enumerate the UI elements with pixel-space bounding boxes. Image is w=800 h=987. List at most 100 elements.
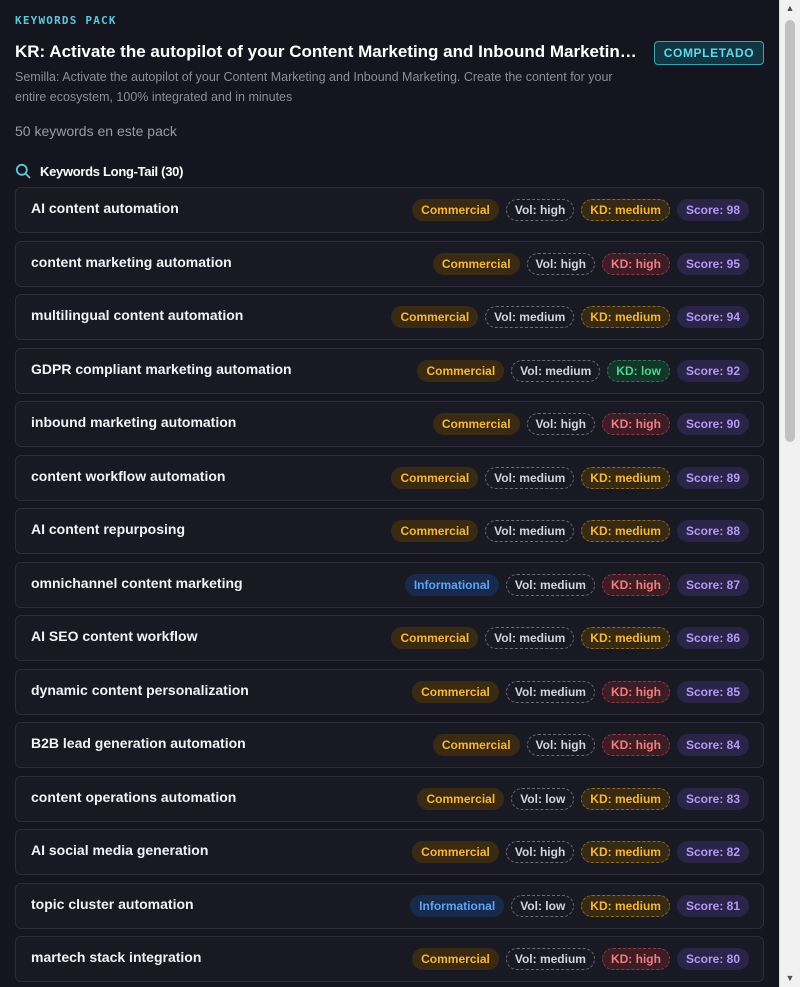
intent-badge: Commercial [391,627,479,649]
volume-badge: Vol: medium [485,627,575,649]
keyword-row[interactable]: B2B lead generation automation Commercial… [15,722,764,768]
keyword-row[interactable]: multilingual content automation Commercia… [15,294,764,340]
volume-badge: Vol: high [505,199,575,221]
section-header-long-tail[interactable]: Keywords Long-Tail (30) [15,162,183,180]
keyword-text: topic cluster automation [31,895,194,912]
keyword-tags: Commercial Vol: high KD: medium Score: 98 [412,199,749,221]
keyword-row[interactable]: martech stack integration Commercial Vol: … [15,936,764,982]
intent-badge: Commercial [432,252,520,275]
volume-badge: Vol: high [526,734,595,756]
keyword-tags: Commercial Vol: high KD: medium Score: 82 [412,841,749,863]
kd-badge: KD: medium [581,841,670,863]
score-badge: Score: 82 [676,841,749,863]
kd-badge: KD: high [601,680,670,703]
intent-badge: Commercial [432,734,520,756]
keyword-row[interactable]: content marketing automation Commercial Vo… [15,240,764,287]
volume-badge: Vol: medium [511,359,601,382]
keyword-row[interactable]: AI SEO content workflow Commercial Vol: me… [15,615,764,661]
intent-badge: Informational [404,573,499,596]
keyword-text: AI content automation [31,200,179,216]
intent-badge: Commercial [432,413,520,435]
score-badge: Score: 88 [676,520,749,542]
volume-badge: Vol: high [505,841,575,863]
intent-badge: Commercial [412,948,499,970]
volume-badge: Vol: low [511,894,575,917]
keyword-tags: Commercial Vol: low KD: medium Score: 83 [417,787,749,810]
keyword-count: 50 keywords en este pack [15,123,177,139]
keyword-text: B2B lead generation automation [31,735,246,751]
kd-badge: KD: high [601,948,670,970]
volume-badge: Vol: medium [485,306,575,328]
keyword-tags: Commercial Vol: medium KD: medium Score: 94 [391,306,749,328]
keyword-tags: Commercial Vol: medium KD: medium Score: 88 [391,520,749,542]
keyword-text: AI social media generation [31,842,209,858]
score-badge: Score: 90 [676,413,749,435]
keyword-row[interactable]: AI content repurposing Commercial Vol: med… [15,508,764,554]
scroll-thumb[interactable] [785,20,795,442]
scroll-down-icon[interactable]: ▼ [780,970,800,987]
volume-badge: Vol: medium [505,573,595,596]
kd-badge: KD: high [601,413,670,435]
intent-badge: Commercial [412,841,499,863]
score-badge: Score: 80 [676,948,749,970]
kd-badge: KD: low [607,359,670,382]
volume-badge: Vol: medium [505,948,595,970]
volume-badge: Vol: high [526,252,595,275]
intent-badge: Informational [410,894,505,917]
keyword-tags: Commercial Vol: medium KD: medium Score: 86 [391,627,749,649]
kd-badge: KD: medium [581,894,670,917]
keyword-tags: Commercial Vol: high KD: high Score: 84 [432,734,749,756]
kd-badge: KD: medium [581,199,670,221]
vertical-scrollbar[interactable]: ▲ ▼ [779,0,800,987]
score-badge: Score: 89 [676,466,749,489]
keyword-row[interactable]: AI social media generation Commercial Vol:… [15,829,764,875]
keyword-row[interactable]: dynamic content personalization Commercia… [15,668,764,715]
keyword-text: content workflow automation [31,467,226,484]
keyword-text: multilingual content automation [31,307,244,323]
keyword-tags: Commercial Vol: medium KD: medium Score: 89 [391,466,749,489]
keyword-text: content operations automation [31,788,237,805]
keyword-tags: Commercial Vol: medium KD: high Score: 80 [412,948,749,970]
kd-badge: KD: high [601,252,670,275]
score-badge: Score: 87 [676,573,749,596]
intent-badge: Commercial [391,520,479,542]
keyword-tags: Commercial Vol: medium KD: low Score: 92 [417,359,749,382]
keyword-row[interactable]: topic cluster automation Informational Vol… [15,882,764,929]
keyword-row[interactable]: inbound marketing automation Commercial Vo… [15,401,764,447]
intent-badge: Commercial [417,787,505,810]
volume-badge: Vol: low [511,787,575,810]
seed-description: Semilla: Activate the autopilot of your … [15,70,613,104]
kd-badge: KD: medium [581,787,670,810]
intent-badge: Commercial [391,306,479,328]
intent-badge: Commercial [391,466,479,489]
keyword-row[interactable]: content operations automation Commercial V… [15,775,764,822]
score-badge: Score: 98 [676,199,749,221]
keyword-text: GDPR compliant marketing automation [31,360,292,377]
score-badge: Score: 94 [676,306,749,328]
volume-badge: Vol: high [526,413,595,435]
intent-badge: Commercial [412,680,499,703]
keyword-row[interactable]: content workflow automation Commercial Vol… [15,454,764,501]
kd-badge: KD: medium [581,627,670,649]
score-badge: Score: 84 [676,734,749,756]
keyword-row[interactable]: AI content automation Commercial Vol: high… [15,187,764,233]
keyword-tags: Commercial Vol: high KD: high Score: 95 [432,252,749,275]
keyword-list: AI content automation Commercial Vol: high… [15,187,764,987]
score-badge: Score: 86 [676,627,749,649]
scroll-up-icon[interactable]: ▲ [780,0,800,17]
keyword-row[interactable]: GDPR compliant marketing automation Comme… [15,347,764,394]
volume-badge: Vol: medium [485,466,575,489]
keyword-text: AI SEO content workflow [31,628,198,644]
score-badge: Score: 83 [676,787,749,810]
keyword-text: omnichannel content marketing [31,574,243,591]
kd-badge: KD: medium [581,520,670,542]
keyword-text: martech stack integration [31,949,202,965]
volume-badge: Vol: medium [505,680,595,703]
kd-badge: KD: medium [581,306,670,328]
search-icon [15,163,31,179]
volume-badge: Vol: medium [485,520,575,542]
keyword-tags: Commercial Vol: medium KD: high Score: 85 [412,680,749,703]
keyword-row[interactable]: omnichannel content marketing Information… [15,561,764,608]
pack-eyebrow: KEYWORDS PACK [15,14,117,27]
keyword-text: content marketing automation [31,253,232,270]
